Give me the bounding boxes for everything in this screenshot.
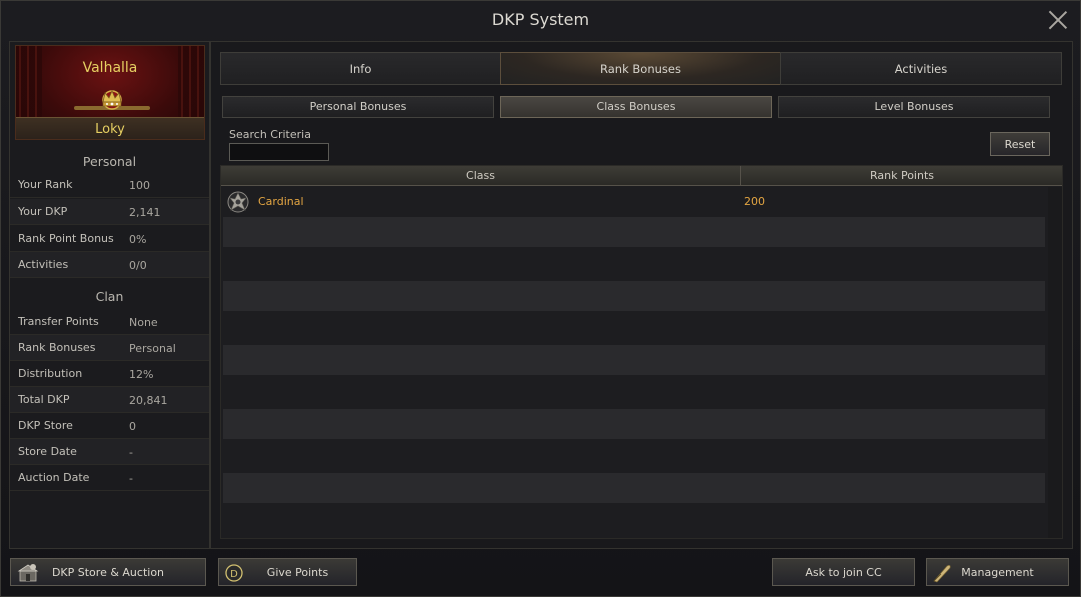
close-icon[interactable] [1048, 10, 1068, 30]
table-header: Class Rank Points [221, 166, 1062, 186]
table-row-empty [223, 281, 1045, 311]
stat-value: 12% [129, 368, 154, 381]
table-row[interactable]: Cardinal 200 [221, 187, 1045, 217]
table-row-empty [223, 217, 1045, 247]
management-button[interactable]: Management [926, 558, 1069, 586]
reset-button[interactable]: Reset [990, 132, 1050, 156]
stat-label: Auction Date [18, 471, 90, 484]
table-scrollbar[interactable] [1048, 187, 1062, 538]
clan-section-title: Clan [95, 289, 124, 304]
content-panel: Info Rank Bonuses Activities Personal Bo… [210, 41, 1073, 549]
search-criteria-label: Search Criteria [229, 128, 311, 141]
personal-section-title: Personal [82, 154, 137, 169]
stat-label: Your Rank [18, 178, 73, 191]
subtab-class-bonuses[interactable]: Class Bonuses [500, 96, 772, 118]
stat-value: - [129, 446, 133, 459]
stat-row-rank-point-bonus: Rank Point Bonus 0% [10, 226, 209, 252]
stat-label: Total DKP [18, 393, 70, 406]
stat-row-rank-bonuses: Rank Bonuses Personal [10, 335, 209, 361]
stat-row-dkp-store: DKP Store 0 [10, 413, 209, 439]
dkp-store-auction-button[interactable]: DKP Store & Auction [10, 558, 206, 586]
dkp-window: DKP System Valhalla Loky Personal Your R… [0, 0, 1081, 597]
class-rank-points: 200 [744, 195, 765, 208]
table-row-empty [223, 345, 1045, 375]
stat-value: 0% [129, 233, 147, 246]
stat-row-auction-date: Auction Date - [10, 465, 209, 491]
stat-value: - [129, 472, 133, 485]
stat-label: Store Date [18, 445, 77, 458]
ask-to-join-cc-label: Ask to join CC [805, 566, 882, 579]
stat-value: 0/0 [129, 259, 147, 272]
give-points-label: Give Points [266, 566, 329, 579]
profile-panel: Valhalla Loky Personal Your Rank 100 You… [9, 41, 210, 549]
stat-label: Transfer Points [18, 315, 99, 328]
window-title: DKP System [491, 10, 590, 29]
stat-label: DKP Store [18, 419, 73, 432]
column-header-rank-points[interactable]: Rank Points [742, 166, 1062, 186]
stat-value: 20,841 [129, 394, 168, 407]
stat-row-transfer-points: Transfer Points None [10, 309, 209, 335]
stat-value: None [129, 316, 158, 329]
stat-value: 0 [129, 420, 136, 433]
class-name: Cardinal [258, 195, 304, 208]
class-bonus-table: Class Rank Points Cardinal 200 [220, 165, 1063, 539]
stat-row-total-dkp: Total DKP 20,841 [10, 387, 209, 413]
cardinal-class-icon [227, 191, 249, 213]
tab-info[interactable]: Info [220, 52, 501, 85]
stat-label: Your DKP [18, 205, 68, 218]
stat-value: 2,141 [129, 206, 161, 219]
table-row-empty [223, 473, 1045, 503]
dkp-store-auction-label: DKP Store & Auction [51, 566, 165, 579]
stat-label: Rank Point Bonus [18, 232, 114, 245]
tab-rank-bonuses[interactable]: Rank Bonuses [500, 52, 781, 85]
stat-label: Activities [18, 258, 69, 271]
stat-row-activities: Activities 0/0 [10, 252, 209, 278]
stat-row-distribution: Distribution 12% [10, 361, 209, 387]
search-input[interactable] [229, 143, 329, 161]
stat-row-your-rank: Your Rank 100 [10, 172, 209, 198]
subtab-level-bonuses[interactable]: Level Bonuses [778, 96, 1050, 118]
management-label: Management [961, 566, 1034, 579]
subtab-personal-bonuses[interactable]: Personal Bonuses [222, 96, 494, 118]
column-header-class[interactable]: Class [221, 166, 741, 186]
clan-name: Valhalla [82, 60, 138, 76]
stat-value: 100 [129, 179, 150, 192]
tab-activities[interactable]: Activities [780, 52, 1062, 85]
ask-to-join-cc-button[interactable]: Ask to join CC [772, 558, 915, 586]
clan-banner: Valhalla Loky [15, 45, 205, 140]
character-name: Loky [16, 117, 204, 139]
crown-icon [102, 89, 122, 110]
stat-value: Personal [129, 342, 176, 355]
give-points-button[interactable]: D Give Points [218, 558, 357, 586]
stat-row-your-dkp: Your DKP 2,141 [10, 199, 209, 225]
stat-label: Distribution [18, 367, 83, 380]
stat-label: Rank Bonuses [18, 341, 96, 354]
stat-row-store-date: Store Date - [10, 439, 209, 465]
table-row-empty [223, 409, 1045, 439]
